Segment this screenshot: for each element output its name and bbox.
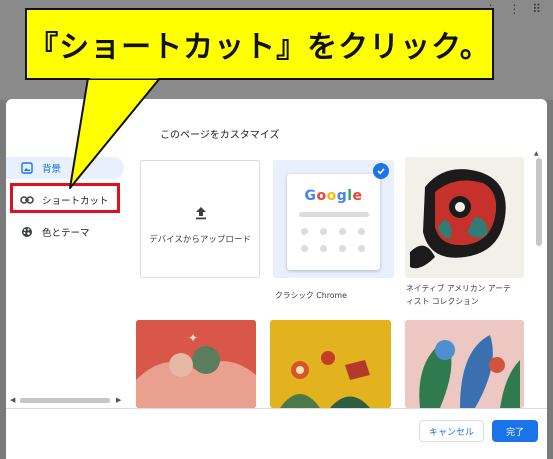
instruction-callout: 『ショートカット』をクリック。	[25, 8, 494, 80]
callout-text: 『ショートカット』をクリック。	[28, 30, 491, 65]
